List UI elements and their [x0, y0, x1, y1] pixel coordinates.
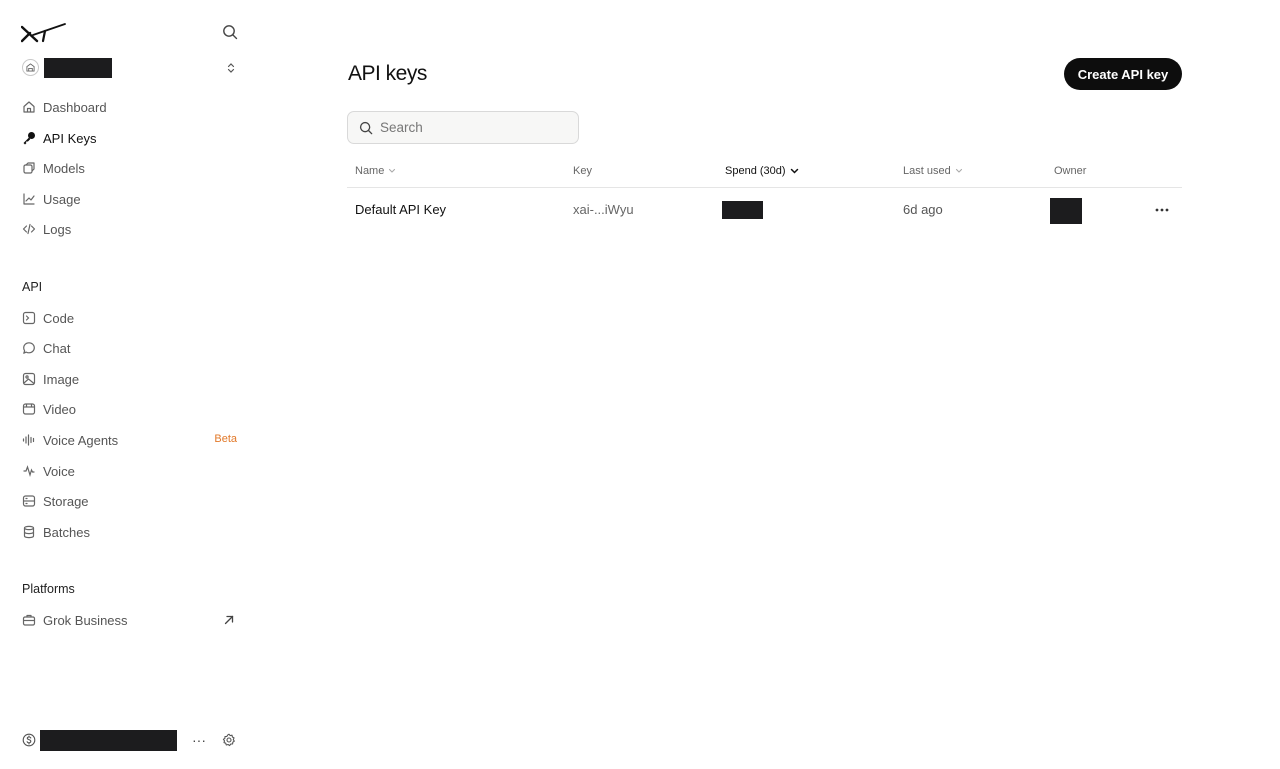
account-name-redacted — [40, 730, 177, 751]
sidebar-item-logs[interactable]: Logs — [22, 218, 242, 240]
chevron-down-icon — [389, 168, 396, 173]
sidebar-item-label: Chat — [43, 340, 71, 356]
owner-avatar-redacted — [1050, 198, 1082, 224]
terminal-icon — [22, 311, 36, 325]
sidebar-item-api-keys[interactable]: API Keys — [22, 127, 242, 149]
image-icon — [22, 372, 36, 386]
credits-coin-icon — [22, 733, 36, 747]
home-icon — [22, 100, 36, 114]
gear-icon[interactable] — [222, 733, 236, 747]
cube-icon — [22, 161, 36, 175]
sidebar-item-label: Storage — [43, 493, 89, 509]
audio-lines-icon — [22, 464, 36, 478]
column-header-label: Owner — [1054, 165, 1087, 177]
sidebar-item-label: Models — [43, 160, 85, 176]
storage-icon — [22, 494, 36, 508]
more-options-button[interactable]: ··· — [190, 730, 208, 750]
sidebar-item-label: Video — [43, 401, 77, 417]
chevron-down-icon — [790, 168, 798, 174]
create-api-key-button[interactable]: Create API key — [1064, 58, 1182, 90]
column-header-spend[interactable]: Spend (30d) — [725, 165, 799, 177]
briefcase-icon — [22, 613, 36, 627]
beta-badge: Beta — [214, 433, 237, 445]
more-horizontal-icon — [1155, 208, 1169, 212]
search-field[interactable] — [347, 111, 579, 144]
table-header: Name Key Spend (30d) Last used Owner — [347, 157, 1182, 188]
section-title-api: API — [22, 280, 43, 294]
sidebar-item-storage[interactable]: Storage — [22, 490, 242, 512]
sidebar: Dashboard API Keys Models Usage Logs API… — [0, 0, 256, 769]
api-keys-table: Name Key Spend (30d) Last used Owner Def… — [347, 157, 1182, 232]
api-key-name: Default API Key — [355, 202, 447, 217]
page-title: API keys — [348, 62, 427, 85]
xai-logo-icon[interactable] — [21, 23, 67, 43]
sidebar-item-label: Voice — [43, 463, 75, 479]
sidebar-item-models[interactable]: Models — [22, 157, 242, 179]
sidebar-item-label: Image — [43, 371, 80, 387]
column-header-label: Spend (30d) — [725, 165, 786, 177]
sidebar-item-image[interactable]: Image — [22, 368, 242, 390]
sidebar-item-voice-agents[interactable]: Voice Agents Beta — [22, 429, 242, 451]
sidebar-item-label: Batches — [43, 524, 90, 540]
database-icon — [22, 525, 36, 539]
section-title-platforms: Platforms — [22, 582, 75, 596]
column-header-key: Key — [573, 165, 592, 177]
spend-value-redacted — [722, 201, 763, 219]
search-icon — [223, 25, 238, 40]
column-header-label: Last used — [903, 165, 951, 177]
sidebar-item-label: API Keys — [43, 130, 97, 146]
table-row[interactable]: Default API Key xai-...iWyu 6d ago — [347, 188, 1182, 232]
column-header-name[interactable]: Name — [355, 165, 396, 177]
waveform-icon — [22, 433, 36, 447]
team-switcher[interactable] — [22, 57, 242, 79]
video-icon — [22, 402, 36, 416]
sidebar-item-label: Logs — [43, 221, 72, 237]
main-content: API keys Create API key Name Key Spend (… — [256, 0, 1280, 769]
search-input[interactable] — [380, 120, 570, 135]
column-header-label: Name — [355, 165, 385, 177]
sidebar-item-usage[interactable]: Usage — [22, 188, 242, 210]
column-header-owner: Owner — [1054, 165, 1086, 177]
sidebar-item-voice[interactable]: Voice — [22, 460, 242, 482]
sidebar-item-video[interactable]: Video — [22, 398, 242, 420]
sidebar-item-batches[interactable]: Batches — [22, 521, 242, 543]
sidebar-item-code[interactable]: Code — [22, 307, 242, 329]
sidebar-item-grok-business[interactable]: Grok Business — [22, 609, 242, 631]
key-icon — [22, 131, 36, 145]
sidebar-item-label: Dashboard — [43, 99, 107, 115]
column-header-last-used[interactable]: Last used — [903, 165, 963, 177]
code-icon — [22, 222, 36, 236]
sidebar-item-label: Grok Business — [43, 612, 128, 628]
sidebar-item-chat[interactable]: Chat — [22, 337, 242, 359]
search-icon — [359, 121, 373, 134]
sidebar-item-label: Usage — [43, 191, 81, 207]
chat-bubble-icon — [22, 341, 36, 355]
sidebar-footer: ··· — [22, 728, 242, 752]
chevron-up-down-icon — [225, 60, 237, 76]
chart-icon — [22, 192, 36, 206]
sidebar-item-dashboard[interactable]: Dashboard — [22, 96, 242, 118]
row-actions-button[interactable] — [1152, 200, 1172, 220]
team-name-redacted — [44, 58, 112, 78]
sidebar-search-button[interactable] — [220, 22, 240, 42]
team-avatar-icon — [22, 59, 39, 76]
chevron-down-icon — [955, 168, 962, 173]
last-used-value: 6d ago — [903, 202, 943, 217]
external-link-arrow-icon — [224, 615, 234, 625]
column-header-label: Key — [573, 165, 592, 177]
api-key-masked: xai-...iWyu — [573, 202, 634, 217]
sidebar-item-label: Code — [43, 310, 75, 326]
sidebar-item-label: Voice Agents — [43, 432, 119, 448]
